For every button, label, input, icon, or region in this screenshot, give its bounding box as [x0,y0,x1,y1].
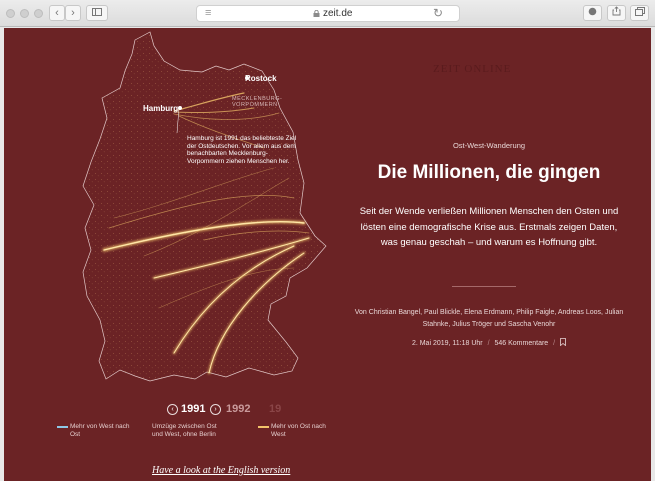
comments-link[interactable]: 546 Kommentare [495,340,549,347]
legend-east-to-west: Mehr von Ost nach West [271,423,326,438]
forward-button[interactable]: › [65,5,81,21]
page: Rostock Hamburg MECKLENBURG- VORPOMMERN … [4,28,651,481]
next-year[interactable]: 1992 [226,403,250,415]
article-authors: Von Christian Bangel, Paul Blickle, Elen… [354,309,624,328]
share-button[interactable] [607,5,626,21]
region-label-mecklenburg: MECKLENBURG- VORPOMMERN [232,96,283,108]
meta-separator: / [553,340,556,347]
hamburg-marker [178,106,182,110]
map-annotation: Hamburg ist 1991 das beliebteste Ziel de… [187,135,297,165]
current-year[interactable]: 1991 [181,403,205,415]
tabs-button[interactable] [630,5,649,21]
legend-between: Umzüge zwischen Ost und West, ohne Berli… [152,423,217,438]
address-bar[interactable]: ≡ zeit.de ↻ [196,5,460,22]
back-button[interactable]: ‹ [49,5,65,21]
extension-icon [588,7,597,16]
city-label-rostock: Rostock [245,74,277,83]
reload-icon[interactable]: ↻ [433,6,443,20]
extension-button[interactable] [583,5,602,21]
faded-year[interactable]: 19 [269,403,281,415]
site-logo[interactable]: ZEIT ONLINE [433,63,511,75]
share-icon [612,6,621,16]
url-host: zeit.de [323,8,353,19]
zoom-window-icon[interactable] [34,9,43,18]
city-label-hamburg: Hamburg [143,104,179,113]
minimize-window-icon[interactable] [20,9,29,18]
english-version-link[interactable]: Have a look at the English version [152,465,290,476]
divider [452,286,516,287]
close-window-icon[interactable] [6,9,15,18]
article-subline: Seit der Wende verließen Millionen Mensc… [359,206,619,248]
article-date: 2. Mai 2019, 11:18 Uhr [411,340,483,347]
lock-icon [313,10,320,17]
legend-west-to-east: Mehr von West nach Ost [70,423,130,438]
next-year-button[interactable]: › [210,404,221,415]
bookmark-icon[interactable] [560,338,566,347]
meta-separator: / [487,340,490,347]
reader-menu-icon[interactable]: ≡ [205,7,211,19]
germany-migration-map [82,31,327,382]
legend-swatch-east-to-west [258,426,269,428]
browser-toolbar: ‹ › ≡ zeit.de ↻ [0,0,655,27]
sidebar-icon [92,8,102,16]
sidebar-toggle-button[interactable] [86,5,108,21]
legend-swatch-west-to-east [57,426,68,428]
article-meta: 2. Mai 2019, 11:18 Uhr / 546 Kommentare … [344,338,634,347]
previous-year-button[interactable]: ‹ [167,404,178,415]
germany-outline [82,31,327,382]
article-headline: Die Millionen, die gingen [377,162,601,183]
tabs-icon [634,7,645,16]
article-kicker: Ost-West-Wanderung [452,141,526,150]
